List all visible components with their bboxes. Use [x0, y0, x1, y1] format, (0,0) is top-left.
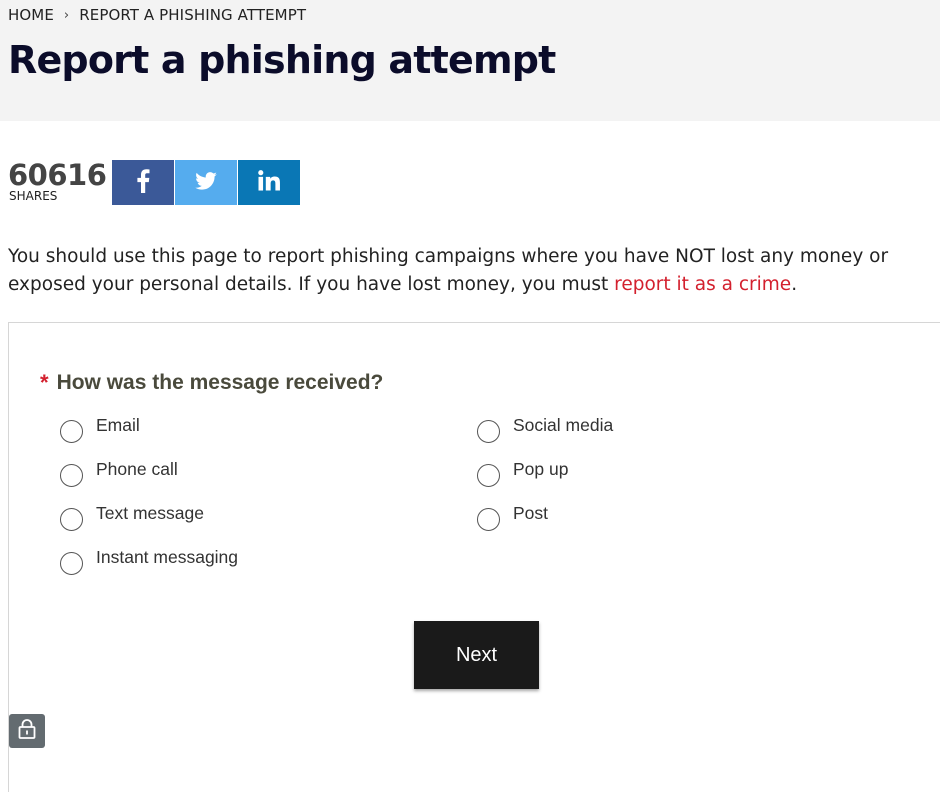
option-pop-up[interactable]: Pop up — [477, 459, 568, 487]
report-crime-link[interactable]: report it as a crime — [614, 274, 791, 295]
facebook-icon — [136, 168, 150, 197]
required-marker: * — [40, 370, 49, 395]
option-instant-messaging[interactable]: Instant messaging — [60, 547, 238, 575]
breadcrumb: HOME › REPORT A PHISHING ATTEMPT — [8, 6, 306, 24]
question-text: How was the message received? — [56, 371, 384, 394]
intro-text-end: . — [791, 274, 798, 295]
linkedin-share-button[interactable] — [238, 160, 300, 205]
next-button[interactable]: Next — [414, 621, 539, 689]
option-social-media[interactable]: Social media — [477, 415, 613, 443]
radio-button[interactable] — [60, 420, 83, 443]
breadcrumb-separator: › — [63, 7, 70, 23]
share-count-label: SHARES — [9, 189, 58, 203]
breadcrumb-home-link[interactable]: HOME — [8, 6, 54, 24]
option-label: Phone call — [96, 459, 178, 479]
radio-button[interactable] — [477, 508, 500, 531]
option-post[interactable]: Post — [477, 503, 548, 531]
option-label: Social media — [513, 415, 614, 435]
privacy-lock-button[interactable] — [9, 714, 45, 748]
twitter-icon — [195, 171, 217, 194]
radio-button[interactable] — [477, 464, 500, 487]
radio-button[interactable] — [60, 508, 83, 531]
option-email[interactable]: Email — [60, 415, 140, 443]
linkedin-icon — [258, 170, 280, 195]
option-label: Text message — [96, 503, 204, 523]
intro-text: You should use this page to report phish… — [8, 243, 928, 299]
option-label: Instant messaging — [96, 547, 239, 567]
radio-button[interactable] — [477, 420, 500, 443]
page-title: Report a phishing attempt — [8, 38, 556, 82]
option-text-message[interactable]: Text message — [60, 503, 204, 531]
option-label: Post — [513, 503, 549, 523]
lock-icon — [18, 719, 36, 743]
breadcrumb-current: REPORT A PHISHING ATTEMPT — [79, 6, 307, 24]
option-phone-call[interactable]: Phone call — [60, 459, 178, 487]
share-count: 60616 — [8, 158, 107, 192]
facebook-share-button[interactable] — [112, 160, 174, 205]
option-label: Email — [96, 415, 140, 435]
twitter-share-button[interactable] — [175, 160, 237, 205]
question-label: * How was the message received? — [40, 370, 383, 396]
page-header: HOME › REPORT A PHISHING ATTEMPT Report … — [0, 0, 940, 121]
option-label: Pop up — [513, 459, 569, 479]
radio-button[interactable] — [60, 464, 83, 487]
radio-button[interactable] — [60, 552, 83, 575]
